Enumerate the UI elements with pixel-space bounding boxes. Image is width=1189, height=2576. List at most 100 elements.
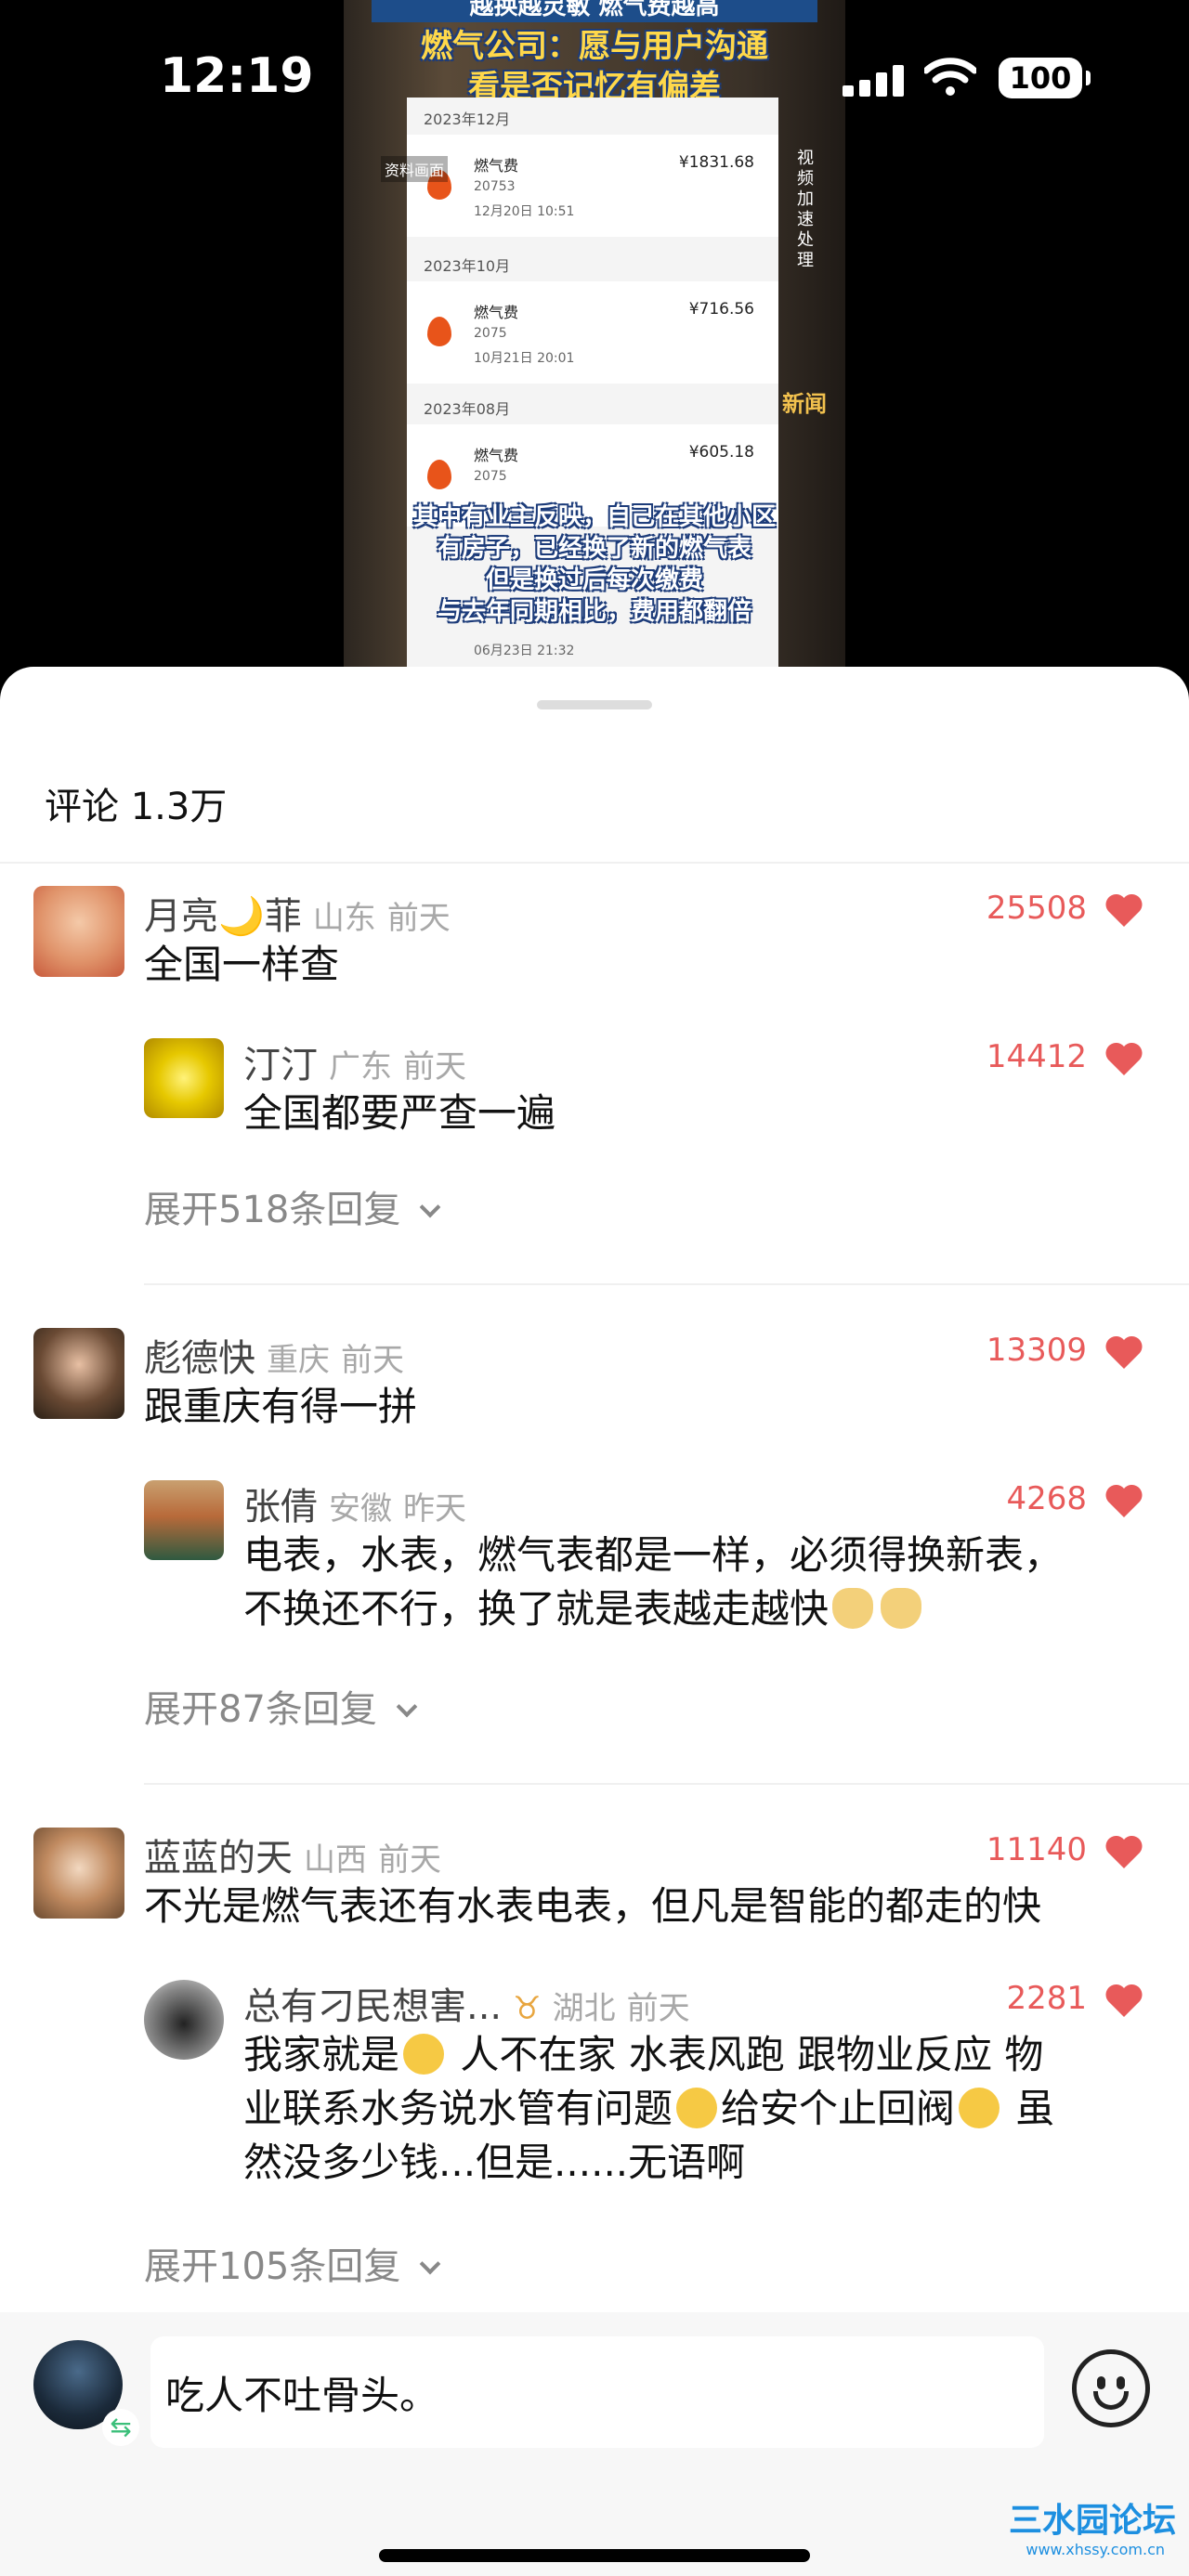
comment-time: 昨天: [403, 1490, 466, 1528]
smile-icon: [1093, 2391, 1129, 2410]
comment-time: 前天: [341, 1342, 404, 1379]
reply-line: 电表，水表，燃气表都是一样，必须得换新表，: [243, 1532, 1064, 1578]
subtitle-line: 其中有业主反映，自己在其他小区: [412, 503, 776, 531]
heart-icon[interactable]: [1104, 1482, 1144, 1519]
bill-date: 10月21日 20:01: [474, 351, 575, 366]
laughing-crying-emoji-icon: [676, 2087, 718, 2128]
author-location: 广东: [329, 1048, 392, 1086]
bill-title: 燃气费: [474, 304, 519, 321]
author-location: 山东: [312, 900, 376, 937]
reply-text[interactable]: 全国都要严查一遍: [243, 1086, 555, 1140]
expand-replies-button[interactable]: 展开518条回复: [144, 1179, 441, 1233]
author-name[interactable]: 张倩: [243, 1486, 318, 1529]
heart-icon[interactable]: [1104, 1334, 1144, 1371]
bill-date: 06月23日 21:32: [474, 644, 575, 658]
badge-icon: ♉: [513, 1990, 542, 2027]
like-count: 2281: [1006, 1980, 1087, 2017]
comment-time: 前天: [378, 1841, 441, 1879]
author-name[interactable]: 月亮🌙菲: [144, 895, 302, 938]
reply-author[interactable]: 汀汀 广东 前天: [243, 1034, 466, 1088]
author-name[interactable]: 彪德快: [144, 1337, 255, 1380]
comment-sheet: 评论 1.3万 月亮🌙菲 山东 前天 25508 全国一样查 汀汀 广东 前天 1441…: [0, 667, 1189, 2576]
heart-icon[interactable]: [1104, 1833, 1144, 1870]
chevron-down-icon: [420, 2253, 441, 2275]
bill-date: 12月20日 10:51: [474, 204, 575, 219]
cellular-signal-icon: [843, 65, 904, 97]
reply-line: 我家就是 人不在家 水表风跑 跟物业反应 物: [243, 2028, 1154, 2082]
author-location: 安徽: [329, 1490, 392, 1528]
avatar[interactable]: [144, 1038, 224, 1118]
author-name[interactable]: 汀汀: [243, 1044, 318, 1086]
reply-line-text: 业联系水务说水管有问题: [243, 2086, 673, 2131]
comment-author[interactable]: 蓝蓝的天 山西 前天: [144, 1828, 441, 1881]
avatar[interactable]: [144, 1480, 224, 1560]
subtitle-line: 有房子，已经换了新的燃气表: [437, 535, 751, 563]
reply-line-text: 虽: [1003, 2086, 1055, 2131]
comment-time: 前天: [403, 1048, 466, 1086]
reply-author[interactable]: 总有刁民想害... ♉ 湖北 前天: [243, 1976, 690, 2030]
reply-line: 然没多少钱...但是......无语啊: [243, 2140, 746, 2185]
heart-icon[interactable]: [1104, 1040, 1144, 1077]
reply-author[interactable]: 张倩 安徽 昨天: [243, 1477, 466, 1530]
author-location: 重庆: [267, 1342, 330, 1379]
comment-text[interactable]: 不光是燃气表还有水表电表，但凡是智能的都走的快: [144, 1880, 1041, 1933]
flame-icon: [427, 317, 451, 346]
author-name[interactable]: 总有刁民想害...: [243, 1985, 502, 2028]
flame-icon: [427, 460, 451, 489]
video-subtitle: 其中有业主反映，自己在其他小区 有房子，已经换了新的燃气表 但是换过后每次缴费 …: [344, 501, 845, 628]
comment-text[interactable]: 跟重庆有得一拼: [144, 1380, 417, 1434]
comment-text[interactable]: 全国一样查: [144, 938, 339, 992]
reply-line-text: 我家就是: [243, 2032, 400, 2077]
reply-line-text: 人不在家 水表风跑 跟物业反应 物: [448, 2032, 1044, 2077]
heart-icon[interactable]: [1104, 891, 1144, 929]
subtitle-line: 与去年同期相比，费用都翻倍: [437, 598, 751, 626]
bill-row: 燃气费 ¥716.56 2075 10月21日 20:01: [407, 281, 778, 384]
reply-text[interactable]: 我家就是 人不在家 水表风跑 跟物业反应 物 业联系水务说水管有问题 给安个止回阀…: [243, 2028, 1154, 2190]
bill-month: 2023年10月: [424, 257, 511, 275]
like-count: 25508: [986, 890, 1087, 927]
bill-account: 2075: [474, 469, 507, 484]
reply-line-text: 不换还不行，换了就是表越走越快: [243, 1586, 830, 1632]
sheet-drag-handle[interactable]: [537, 700, 652, 709]
expand-label: 展开518条回复: [144, 1189, 401, 1231]
wifi-icon: [924, 58, 976, 96]
comment-author[interactable]: 彪德快 重庆 前天: [144, 1328, 404, 1382]
expand-replies-button[interactable]: 展开105条回复: [144, 2236, 441, 2290]
reply-text[interactable]: 电表，水表，燃气表都是一样，必须得换新表， 不换还不行，换了就是表越走越快: [243, 1529, 1063, 1636]
emoji-button[interactable]: [1072, 2349, 1150, 2427]
expand-label: 展开87条回复: [144, 1688, 377, 1731]
like-count: 4268: [1006, 1480, 1087, 1517]
reply-line: 不换还不行，换了就是表越走越快: [243, 1582, 1063, 1636]
comment-count-title: 评论 1.3万: [45, 786, 228, 828]
bill-account: 2075: [474, 326, 507, 341]
bill-amount: ¥716.56: [688, 300, 754, 319]
bill-month: 2023年08月: [424, 400, 511, 418]
reply-line-text: 给安个止回阀: [721, 2086, 956, 2131]
avatar[interactable]: [144, 1980, 224, 2060]
chevron-down-icon: [396, 1696, 418, 1718]
expand-replies-button[interactable]: 展开87条回复: [144, 1679, 418, 1733]
watermark-url: www.xhssy.com.cn: [1026, 2541, 1165, 2558]
comment-time: 前天: [626, 1990, 690, 2027]
heart-icon[interactable]: [1104, 1982, 1144, 2019]
divider: [144, 1783, 1189, 1785]
bill-title: 燃气费: [474, 447, 519, 464]
like-count: 11140: [986, 1831, 1087, 1868]
cat-emoji-icon: [881, 1587, 922, 1629]
bill-account: 20753: [474, 179, 516, 194]
laughing-crying-emoji-icon: [959, 2087, 1000, 2128]
reply-line: 业联系水务说水管有问题 给安个止回阀 虽: [243, 2082, 1154, 2136]
avatar[interactable]: [33, 886, 124, 977]
cat-emoji-icon: [832, 1587, 874, 1629]
author-name[interactable]: 蓝蓝的天: [144, 1837, 293, 1880]
comment-input[interactable]: 吃人不吐骨头。: [150, 2336, 1044, 2448]
chevron-down-icon: [420, 1196, 441, 1218]
avatar[interactable]: [33, 1328, 124, 1419]
bill-amount: ¥605.18: [688, 443, 754, 462]
switch-account-icon[interactable]: ⇆: [102, 2409, 139, 2446]
like-count: 13309: [986, 1332, 1087, 1369]
speed-notice: 视频加速处理: [797, 149, 814, 270]
comment-author[interactable]: 月亮🌙菲 山东 前天: [144, 886, 451, 940]
avatar[interactable]: [33, 1828, 124, 1919]
expand-label: 展开105条回复: [144, 2245, 401, 2288]
